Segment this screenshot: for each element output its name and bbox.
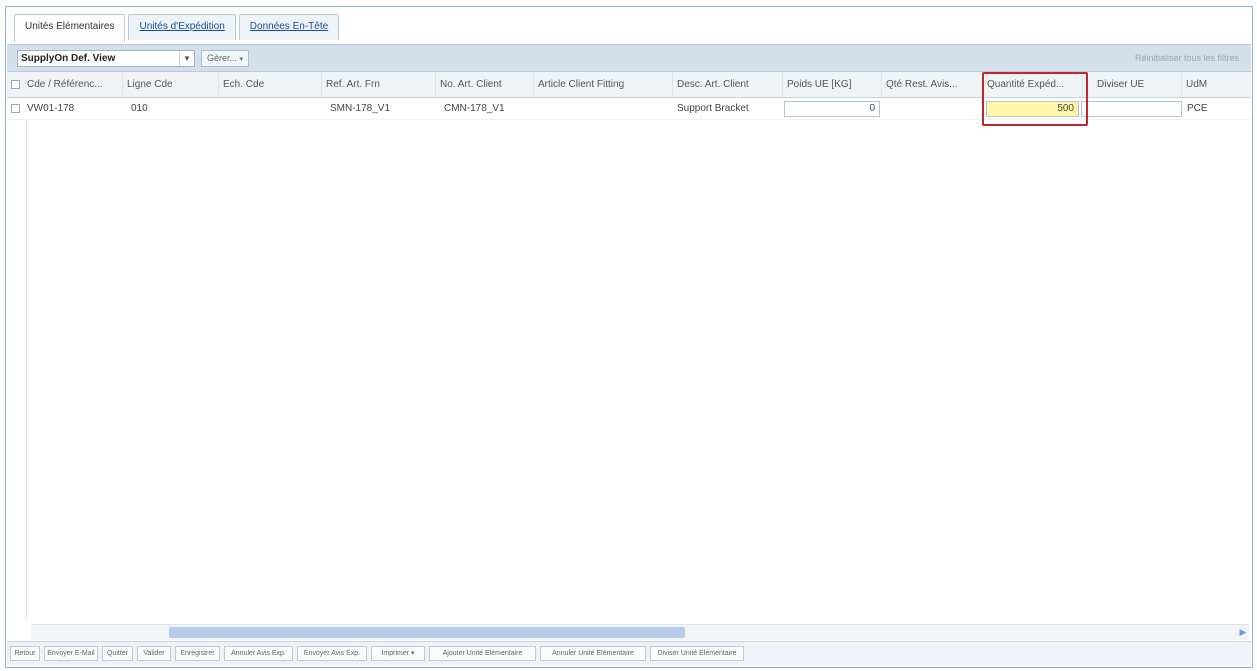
- cell-ref-art-frn: SMN-178_V1: [330, 103, 391, 114]
- envoyer-email-button[interactable]: Envoyer E-Mail: [44, 646, 98, 661]
- scrollbar-thumb[interactable]: [169, 627, 685, 638]
- cell-cde-reference: VW01-178: [27, 103, 75, 114]
- tab-donnees-en-tete[interactable]: Données En-Tête: [238, 14, 340, 40]
- quitter-button[interactable]: Quitter: [102, 646, 133, 661]
- diviser-ue-input[interactable]: [1081, 101, 1182, 117]
- col-header-diviser-ue[interactable]: Diviser UE: [1083, 72, 1182, 97]
- cell-qte-rest-avis: [882, 99, 983, 119]
- footer-toolbar: Retour Envoyer E-Mail Quitter Valider En…: [7, 641, 1251, 665]
- poids-ue-input[interactable]: 0: [784, 101, 880, 117]
- tab-label[interactable]: Unités d'Expédition: [139, 21, 224, 32]
- cell-article-client-fitting: [534, 99, 673, 119]
- scroll-right-arrow-icon[interactable]: ▶: [1236, 625, 1250, 639]
- cell-udm: PCE: [1187, 103, 1208, 114]
- col-header-desc-art-client[interactable]: Desc. Art. Client: [673, 72, 783, 97]
- enregistrer-button[interactable]: Enregistrer: [175, 646, 220, 661]
- grid-toolbar: SupplyOn Def. View ▼ Gérer... ▾ Réinitia…: [7, 44, 1251, 72]
- valider-button[interactable]: Valider: [137, 646, 171, 661]
- col-header-article-client-fitting[interactable]: Article Client Fitting: [534, 72, 673, 97]
- select-all-checkbox[interactable]: [11, 80, 20, 89]
- row-checkbox[interactable]: [11, 104, 20, 113]
- tab-unites-expedition[interactable]: Unités d'Expédition: [128, 14, 236, 40]
- tab-label[interactable]: Données En-Tête: [250, 21, 328, 32]
- col-header-ech-cde[interactable]: Ech. Cde: [219, 72, 322, 97]
- grid-divider: [26, 120, 27, 620]
- annuler-ue-button[interactable]: Annuler Unité Elémentaire: [540, 646, 646, 661]
- view-select[interactable]: SupplyOn Def. View ▼: [17, 50, 195, 67]
- imprimer-button[interactable]: Imprimer ▾: [371, 646, 425, 661]
- quantity-highlight-box: [982, 72, 1088, 126]
- annuler-avis-button[interactable]: Annuler Avis Exp.: [224, 646, 293, 661]
- ajouter-ue-button[interactable]: Ajouter Unité Elémentaire: [429, 646, 536, 661]
- manage-views-button[interactable]: Gérer... ▾: [201, 50, 250, 67]
- cell-ligne-cde: 010: [131, 103, 148, 114]
- view-select-value: SupplyOn Def. View: [21, 53, 116, 64]
- reset-filters-link[interactable]: Réinitialiser tous les filtres: [1135, 53, 1239, 63]
- cell-no-art-client: CMN-178_V1: [444, 103, 505, 114]
- col-header-ligne-cde[interactable]: Ligne Cde: [123, 72, 219, 97]
- chevron-down-icon[interactable]: ▼: [179, 51, 194, 66]
- manage-views-label: Gérer...: [207, 53, 238, 63]
- cell-desc-art-client: Support Bracket: [677, 103, 749, 114]
- cell-ech-cde: [219, 99, 322, 119]
- tab-bar: Unités Elémentaires Unités d'Expédition …: [14, 14, 342, 42]
- col-header-ref-art-frn[interactable]: Ref. Art. Frn: [322, 72, 436, 97]
- imprimer-label: Imprimer: [381, 650, 410, 657]
- col-header-udm[interactable]: UdM: [1182, 72, 1251, 97]
- retour-button[interactable]: Retour: [10, 646, 40, 661]
- col-header-qte-rest-avis[interactable]: Qté Rest. Avis...: [882, 72, 983, 97]
- col-header-cde-reference[interactable]: Cde / Référenc...: [23, 72, 123, 97]
- horizontal-scrollbar[interactable]: [31, 624, 1249, 640]
- tab-unites-elementaires[interactable]: Unités Elémentaires: [14, 14, 126, 42]
- chevron-down-icon: ▾: [411, 650, 415, 657]
- envoyer-avis-button[interactable]: Envoyer Avis Exp.: [297, 646, 367, 661]
- chevron-down-icon: ▾: [239, 56, 244, 63]
- diviser-ue-button[interactable]: Diviser Unité Elémentaire: [650, 646, 744, 661]
- col-header-no-art-client[interactable]: No. Art. Client: [436, 72, 534, 97]
- col-header-poids-ue[interactable]: Poids UE [KG]: [783, 72, 882, 97]
